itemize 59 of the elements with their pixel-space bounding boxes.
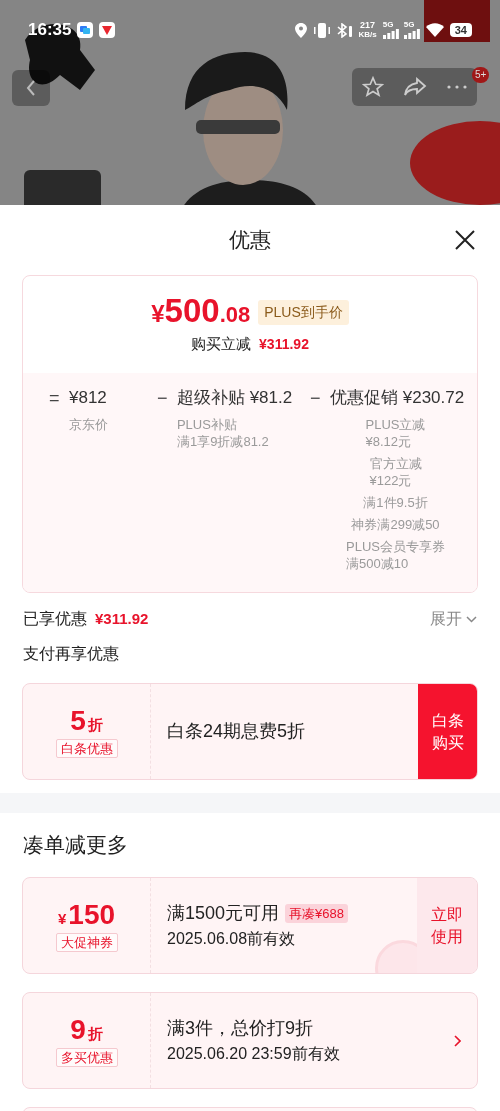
- chevron-right-icon: [453, 1034, 461, 1047]
- expand-button[interactable]: 展开: [430, 607, 477, 631]
- network-type: 5G: [382, 21, 394, 29]
- discount-detail: 神券满299减50: [351, 516, 440, 533]
- share-icon[interactable]: [403, 77, 428, 97]
- battery-indicator: 34: [449, 23, 472, 37]
- star-icon[interactable]: [361, 76, 384, 98]
- offer-tag: 大促神券: [55, 933, 118, 952]
- app-notification-icon: [77, 22, 94, 38]
- validity-text: 2025.06.08前有效: [167, 929, 297, 949]
- location-icon: [294, 22, 307, 38]
- wifi-icon: [425, 23, 444, 37]
- offer-tag: 白条优惠: [55, 739, 118, 758]
- offer-tag: 多买优惠: [55, 1048, 118, 1067]
- discount-detail: PLUS会员专享券 满500减10: [346, 538, 445, 572]
- offer-value: 9折: [70, 1014, 103, 1046]
- enjoyed-amount: ¥311.92: [95, 608, 149, 629]
- operator-sign: −: [156, 386, 167, 410]
- operator-sign: −: [310, 386, 320, 410]
- signal-icon: [403, 29, 420, 39]
- sheet-title: 优惠: [229, 227, 271, 254]
- final-price: ¥500.08: [151, 293, 251, 332]
- enjoyed-label: 已享优惠: [23, 609, 87, 629]
- app-notification-icon: [99, 22, 116, 38]
- offer-value: ¥150: [57, 899, 116, 931]
- section-title: 凑单减更多: [23, 832, 128, 859]
- discount-detail: PLUS立减 ¥8.12元: [365, 416, 426, 450]
- offer-value: 5折: [70, 705, 103, 737]
- use-button[interactable]: 立即使用: [417, 878, 477, 973]
- saving-amount: ¥311.92: [259, 335, 309, 354]
- status-time: 16:35: [28, 19, 72, 42]
- back-icon: [26, 80, 36, 96]
- price-component: 超级补贴 ¥81.2: [176, 387, 293, 410]
- operator-sign: =: [49, 386, 59, 410]
- offer-badge: 再凑¥688: [285, 904, 348, 923]
- network-speed: 217: [360, 21, 376, 30]
- network-speed-unit: KB/s: [358, 30, 377, 39]
- validity-text: 2025.06.20 23:59前有效: [167, 1044, 341, 1064]
- saving-label: 购买立减: [191, 334, 252, 355]
- offer-title: 满1500元可用: [167, 902, 280, 925]
- more-icon[interactable]: [447, 85, 468, 89]
- offer-title: 白条24期息费5折: [167, 720, 306, 743]
- discount-detail: 官方立减 ¥122元: [369, 455, 422, 489]
- chevron-down-icon: [466, 615, 477, 623]
- vibrate-icon: [312, 22, 331, 38]
- buy-button[interactable]: 白条购买: [418, 684, 477, 779]
- offer-title: 满3件，总价打9折: [167, 1017, 314, 1040]
- discount-detail: 满1件9.5折: [363, 494, 428, 511]
- price-component: 优惠促销 ¥230.72: [330, 387, 465, 410]
- section-title: 支付再享优惠: [23, 644, 119, 664]
- signal-icon: [382, 29, 399, 39]
- back-button[interactable]: [12, 70, 50, 106]
- discount-detail: PLUS补贴 满1享9折减81.2: [176, 416, 270, 450]
- bluetooth-icon: [336, 22, 353, 38]
- close-icon: [454, 229, 476, 251]
- price-tag: PLUS到手价: [258, 300, 349, 326]
- discount-detail: 京东价: [69, 416, 109, 433]
- price-component: ¥812: [69, 387, 107, 410]
- network-type: 5G: [403, 21, 415, 29]
